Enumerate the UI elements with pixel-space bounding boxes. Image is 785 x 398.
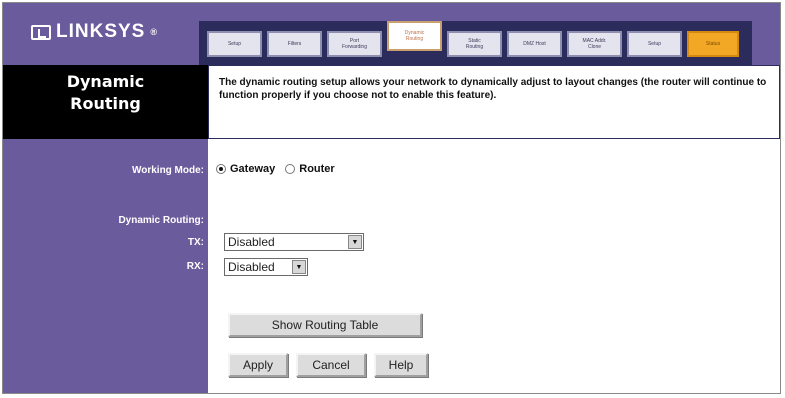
rx-select-value: Disabled	[228, 260, 275, 274]
tx-select-value: Disabled	[228, 235, 275, 249]
page-description: The dynamic routing setup allows your ne…	[208, 65, 780, 139]
brand-registered-mark: ®	[150, 27, 158, 37]
page-title-line1: Dynamic	[66, 72, 145, 91]
tab-setup[interactable]: Setup	[207, 31, 262, 57]
cancel-button[interactable]: Cancel	[296, 353, 366, 377]
page-title: Dynamic Routing	[3, 65, 208, 139]
router-option-label: Router	[299, 163, 335, 175]
brand-name: LINKSYS	[56, 21, 146, 42]
tab-status[interactable]: Status	[687, 31, 739, 57]
tab-port-forwarding[interactable]: Port Forwarding	[327, 31, 382, 57]
tx-select[interactable]: Disabled ▼	[224, 233, 364, 251]
show-routing-table-button[interactable]: Show Routing Table	[228, 313, 422, 337]
main-tab-bar: Setup Filters Port Forwarding Dynamic Ro…	[199, 21, 752, 65]
router-option[interactable]: Router	[285, 163, 335, 175]
gateway-option[interactable]: Gateway	[216, 163, 275, 175]
gateway-option-label: Gateway	[230, 163, 276, 175]
tab-dmz-host[interactable]: DMZ Host	[507, 31, 562, 57]
rx-select[interactable]: Disabled ▼	[224, 258, 308, 276]
working-mode-radio-group: Gateway Router	[216, 163, 335, 175]
apply-button[interactable]: Apply	[228, 353, 288, 377]
tab-mac-address-clone[interactable]: MAC Addr. Clone	[567, 31, 622, 57]
brand-logo: LINKSYS ®	[31, 21, 158, 43]
tab-static-routing[interactable]: Static Routing	[447, 31, 502, 57]
form-area: Gateway Router Disabled ▼ Disabled ▼ Sho…	[208, 139, 780, 393]
tab-filters[interactable]: Filters	[267, 31, 322, 57]
rx-label: RX:	[186, 261, 204, 272]
top-banner: LINKSYS ® Setup Filters Port Forwarding D…	[3, 3, 780, 65]
router-admin-page: LINKSYS ® Setup Filters Port Forwarding D…	[2, 2, 781, 394]
chevron-down-icon[interactable]: ▼	[348, 235, 362, 249]
linksys-logo-icon	[31, 24, 51, 40]
help-button[interactable]: Help	[374, 353, 428, 377]
page-title-line2: Routing	[70, 94, 141, 113]
tab-setup-2[interactable]: Setup	[627, 31, 682, 57]
working-mode-label: Working Mode:	[131, 165, 204, 176]
chevron-down-icon[interactable]: ▼	[292, 260, 306, 274]
dynamic-routing-label: Dynamic Routing:	[118, 215, 204, 226]
gateway-radio[interactable]	[216, 164, 226, 174]
tab-dynamic-routing[interactable]: Dynamic Routing	[387, 21, 442, 51]
router-radio[interactable]	[285, 164, 296, 174]
tx-label: TX:	[187, 237, 204, 248]
label-column: Working Mode: Dynamic Routing: TX: RX:	[3, 139, 208, 393]
